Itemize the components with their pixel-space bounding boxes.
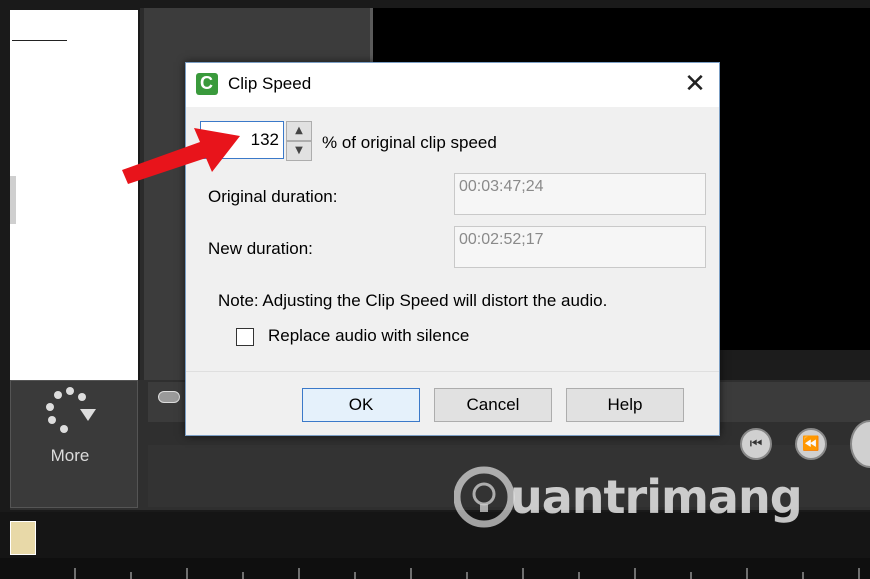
cancel-button[interactable]: Cancel — [434, 388, 552, 422]
audio-distortion-note: Note: Adjusting the Clip Speed will dist… — [218, 291, 608, 310]
replace-audio-label[interactable]: Replace audio with silence — [268, 326, 469, 346]
replace-audio-checkbox[interactable] — [236, 328, 254, 346]
dialog-footer: OK Cancel Help — [186, 371, 719, 435]
red-arrow — [122, 128, 240, 184]
camtasia-icon: C — [196, 73, 218, 95]
new-duration-label: New duration: — [208, 239, 313, 258]
previous-clip-icon[interactable]: ⏮ — [740, 428, 772, 460]
arrow-up-icon[interactable]: ▲ — [286, 121, 312, 141]
more-label: More — [50, 446, 90, 465]
close-icon[interactable]: ✕ — [680, 69, 710, 99]
timeline-zoom-knob[interactable] — [158, 391, 180, 403]
dialog-titlebar[interactable]: C Clip Speed ✕ — [186, 63, 719, 107]
arrow-down-icon[interactable]: ▼ — [286, 141, 312, 161]
clip-bin-panel — [10, 10, 138, 380]
media-clip-thumbnail[interactable] — [10, 521, 36, 555]
new-duration-field: 00:02:52;17 — [454, 226, 706, 268]
original-duration-field: 00:03:47;24 — [454, 173, 706, 215]
original-duration-label: Original duration: — [208, 187, 338, 206]
more-dots-icon — [46, 387, 96, 433]
dialog-title: Clip Speed — [228, 74, 312, 93]
panel-scrollbar[interactable] — [10, 176, 16, 224]
speed-suffix-label: % of original clip speed — [322, 133, 497, 152]
clip-speed-dialog: C Clip Speed ✕ 132 ▲ ▼ % of original cli… — [185, 62, 720, 436]
ruler-ticks — [74, 568, 860, 579]
preview-bottom-bar — [720, 350, 870, 380]
watermark-text: uantrimang — [510, 470, 803, 524]
help-button[interactable]: Help — [566, 388, 684, 422]
rewind-icon[interactable]: ⏪ — [795, 428, 827, 460]
ok-button[interactable]: OK — [302, 388, 420, 422]
panel-divider-line — [12, 40, 67, 41]
